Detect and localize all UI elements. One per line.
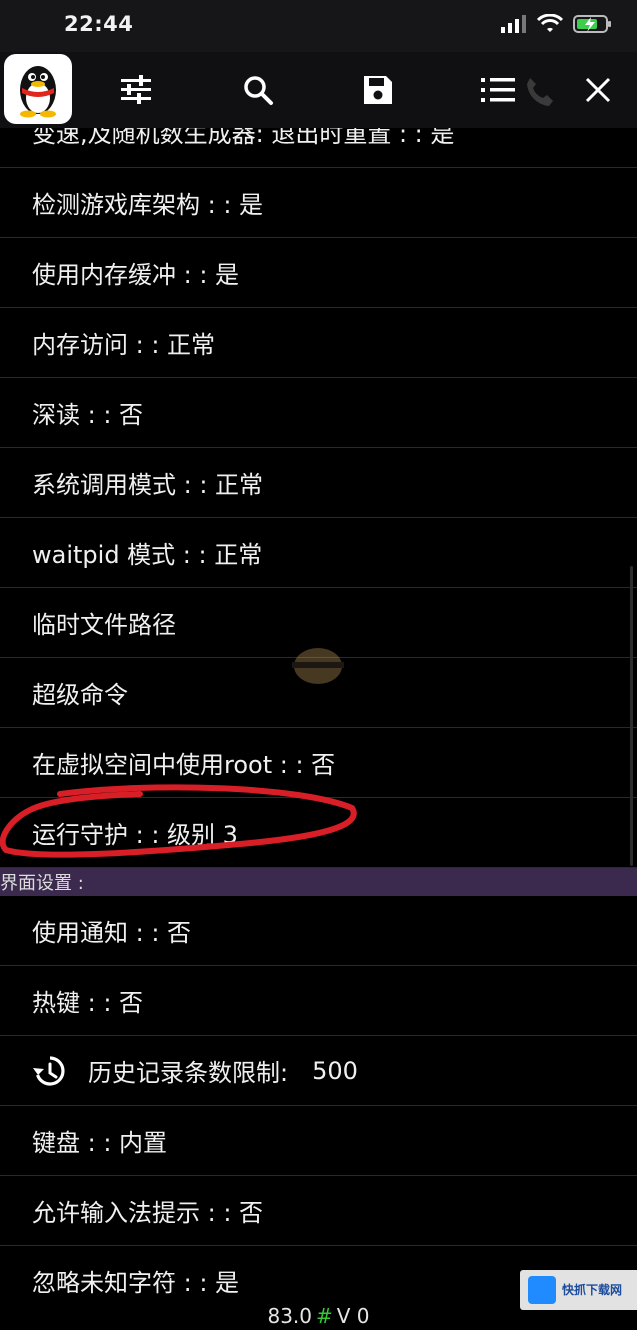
status-bar: 22:44	[0, 0, 637, 52]
floating-handle-icon[interactable]	[286, 640, 350, 688]
signal-icon	[501, 15, 526, 33]
setting-row-run-guard[interactable]: 运行守护 : : 级别 3	[0, 798, 637, 868]
setting-label: 热键 : : 否	[32, 989, 144, 1017]
search-icon	[244, 76, 273, 105]
setting-label: 内存访问 : : 正常	[32, 331, 216, 359]
list-icon	[481, 78, 515, 102]
setting-label: 深读 : : 否	[32, 401, 144, 429]
phone-icon	[527, 78, 553, 106]
setting-row-use-notification[interactable]: 使用通知 : : 否	[0, 896, 637, 966]
status-indicators	[501, 14, 613, 34]
setting-label: 忽略未知字符 : : 是	[32, 1269, 240, 1297]
setting-label: 运行守护 : : 级别 3	[32, 821, 238, 849]
setting-row-memory-buffer[interactable]: 使用内存缓冲 : : 是	[0, 238, 637, 308]
setting-label: 超级命令	[32, 681, 128, 709]
scrollbar-thumb[interactable]	[630, 566, 633, 866]
setting-label: 临时文件路径	[32, 611, 176, 639]
toolbar	[0, 52, 637, 128]
footer-hash: #	[316, 1304, 333, 1328]
setting-value: 500	[312, 1056, 358, 1085]
penguin-logo-icon	[20, 66, 56, 118]
setting-row-memory-access[interactable]: 内存访问 : : 正常	[0, 308, 637, 378]
status-time: 22:44	[64, 12, 134, 36]
setting-label: 键盘 : : 内置	[32, 1129, 168, 1157]
setting-row-deep-read[interactable]: 深读 : : 否	[0, 378, 637, 448]
setting-row-waitpid-mode[interactable]: waitpid 模式 : : 正常	[0, 518, 637, 588]
setting-label: 允许输入法提示 : : 否	[32, 1199, 264, 1227]
wifi-icon	[537, 14, 563, 32]
settings-list: 变速,及随机数生成器: 退出时重置 : : 是 检测游戏库架构 : : 是 使用…	[0, 128, 637, 1316]
setting-label: 在虚拟空间中使用root : : 否	[32, 751, 336, 779]
list-button[interactable]	[466, 52, 530, 128]
app-logo[interactable]	[4, 54, 72, 124]
battery-charging-icon	[573, 15, 611, 33]
save-button[interactable]	[346, 52, 410, 128]
setting-label: 使用内存缓冲 : : 是	[32, 261, 240, 289]
setting-row-detect-game-arch[interactable]: 检测游戏库架构 : : 是	[0, 168, 637, 238]
settings-tune-button[interactable]	[104, 52, 168, 128]
setting-row-hotkey[interactable]: 热键 : : 否	[0, 966, 637, 1036]
close-icon	[585, 77, 611, 103]
footer-speed: 83.0	[267, 1304, 312, 1328]
setting-row-history-limit[interactable]: 历史记录条数限制: 500	[0, 1036, 637, 1106]
setting-row-speed-random-reset[interactable]: 变速,及随机数生成器: 退出时重置 : : 是	[0, 128, 637, 168]
setting-label: 检测游戏库架构 : : 是	[32, 191, 264, 219]
search-button[interactable]	[226, 52, 290, 128]
footer-version: V 0	[336, 1304, 370, 1328]
setting-row-keyboard[interactable]: 键盘 : : 内置	[0, 1106, 637, 1176]
setting-label: 历史记录条数限制:	[88, 1059, 289, 1087]
setting-row-ime-hint[interactable]: 允许输入法提示 : : 否	[0, 1176, 637, 1246]
setting-label: 系统调用模式 : : 正常	[32, 471, 264, 499]
watermark: 快抓下载网	[520, 1270, 637, 1310]
setting-label: waitpid 模式 : : 正常	[32, 541, 263, 569]
close-button[interactable]	[566, 52, 630, 128]
section-header-interface: 界面设置 :	[0, 868, 637, 896]
watermark-title: 快抓下载网	[562, 1283, 623, 1297]
watermark-logo-icon	[528, 1276, 556, 1304]
setting-row-root-virtual-space[interactable]: 在虚拟空间中使用root : : 否	[0, 728, 637, 798]
setting-row-syscall-mode[interactable]: 系统调用模式 : : 正常	[0, 448, 637, 518]
tune-icon	[121, 75, 151, 104]
setting-label: 使用通知 : : 否	[32, 919, 192, 947]
save-icon	[364, 76, 392, 104]
history-icon	[33, 1055, 65, 1086]
section-title: 界面设置 :	[0, 873, 84, 894]
setting-label: 变速,及随机数生成器: 退出时重置 : : 是	[32, 128, 455, 148]
